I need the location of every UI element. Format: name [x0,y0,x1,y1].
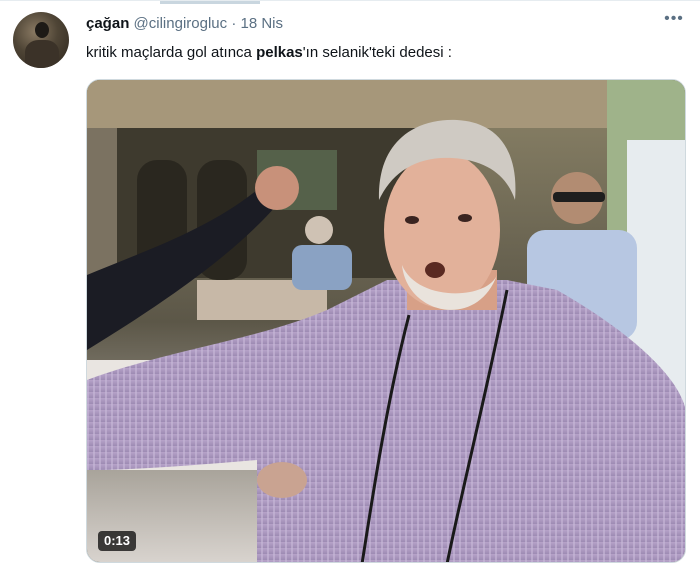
more-horizontal-icon: ••• [664,10,684,27]
tweet-text-part: 'ın selanik'teki dedesi : [302,44,452,61]
video-frame [87,80,685,562]
display-name[interactable]: çağan [86,15,129,32]
avatar[interactable] [13,12,69,68]
tweet-header: çağan @cilingirogluc · 18 Nis [86,15,283,33]
tweet-text: kritik maçlarda gol atınca pelkas'ın sel… [86,43,452,63]
video-player[interactable]: 0:13 [86,79,686,563]
tweet-text-bold: pelkas [256,44,303,61]
more-options-button[interactable]: ••• [662,11,686,31]
tweet-text-part: kritik maçlarda gol atınca [86,44,257,61]
tweet-date[interactable]: 18 Nis [240,15,283,32]
top-divider [160,1,260,4]
separator-dot: · [231,15,237,32]
tweet-card[interactable]: çağan @cilingirogluc · 18 Nis ••• kritik… [0,0,700,573]
user-handle[interactable]: @cilingirogluc [134,15,228,32]
video-duration-badge: 0:13 [98,531,137,551]
